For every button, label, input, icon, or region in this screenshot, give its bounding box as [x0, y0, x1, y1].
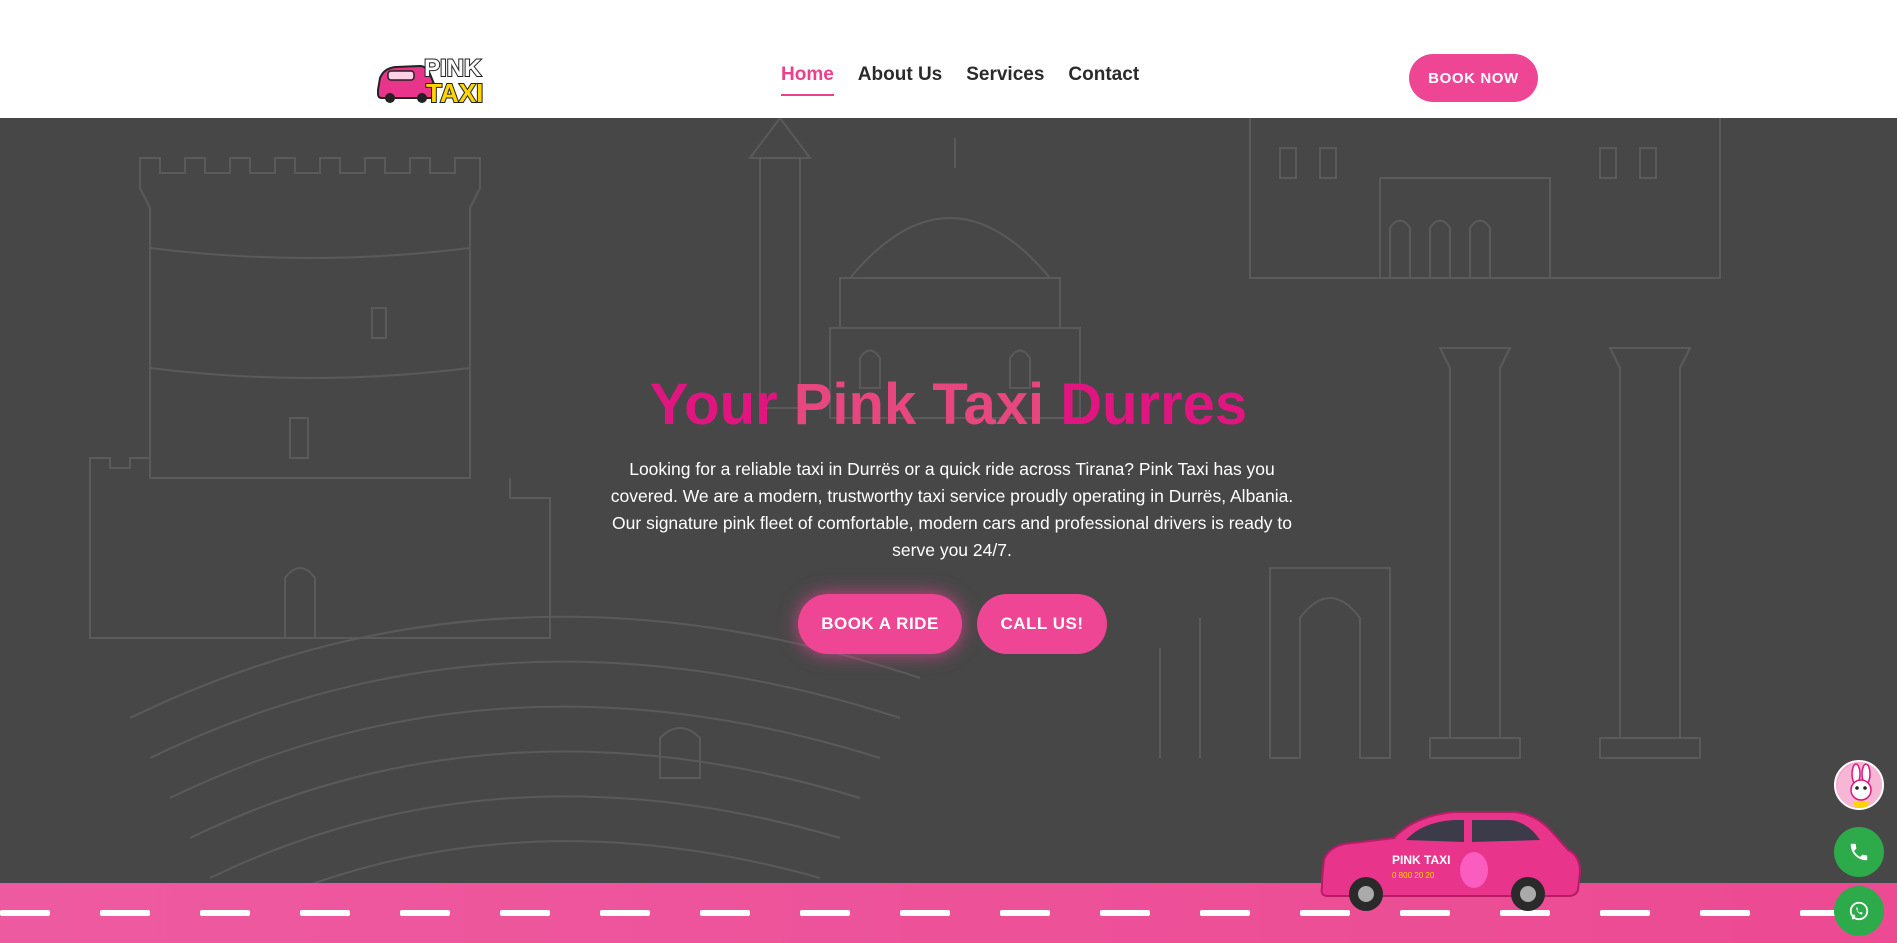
- pink-taxi-car: PINK TAXI 0 800 20 20: [1314, 802, 1584, 912]
- road-dash: [1700, 910, 1750, 916]
- road-dash: [100, 910, 150, 916]
- road-dash: [1600, 910, 1650, 916]
- nav-about-us[interactable]: About Us: [858, 64, 942, 96]
- call-us-button[interactable]: CALL US!: [977, 594, 1107, 654]
- main-nav: Home About Us Services Contact: [781, 64, 1139, 96]
- road-strip: [0, 883, 1897, 943]
- nav-home[interactable]: Home: [781, 64, 834, 96]
- nav-services[interactable]: Services: [966, 64, 1044, 96]
- hero-title-part3: Durres: [1060, 372, 1248, 437]
- site-header: PINK TAXI Home About Us Services Contact…: [0, 0, 1897, 118]
- road-dash: [400, 910, 450, 916]
- road-dash: [800, 910, 850, 916]
- hero-title: Your Pink Taxi Durres: [0, 371, 1897, 438]
- road-dash: [600, 910, 650, 916]
- svg-text:0 800 20 20: 0 800 20 20: [1392, 871, 1435, 880]
- bunny-mascot-icon[interactable]: [1834, 760, 1884, 810]
- phone-icon[interactable]: [1834, 827, 1884, 877]
- svg-text:TAXI: TAXI: [426, 78, 483, 106]
- hero-title-part2: Pink Taxi: [793, 372, 1045, 437]
- road-dash: [700, 910, 750, 916]
- road-dash: [1100, 910, 1150, 916]
- book-now-button[interactable]: BOOK NOW: [1409, 54, 1538, 102]
- hero-title-part1: Your: [649, 372, 778, 437]
- road-dash: [1000, 910, 1050, 916]
- road-dash: [300, 910, 350, 916]
- road-dash: [500, 910, 550, 916]
- whatsapp-icon[interactable]: [1834, 886, 1884, 936]
- svg-text:PINK TAXI: PINK TAXI: [1392, 853, 1450, 867]
- road-dash: [0, 910, 50, 916]
- road-dash: [200, 910, 250, 916]
- nav-contact[interactable]: Contact: [1068, 64, 1139, 96]
- pink-taxi-logo[interactable]: PINK TAXI: [374, 50, 498, 109]
- road-dash: [1200, 910, 1250, 916]
- book-a-ride-button[interactable]: BOOK A RIDE: [798, 594, 962, 654]
- hero-section: Your Pink Taxi Durres Looking for a reli…: [0, 118, 1897, 943]
- hero-description: Looking for a reliable taxi in Durrës or…: [610, 459, 1294, 560]
- road-dash: [900, 910, 950, 916]
